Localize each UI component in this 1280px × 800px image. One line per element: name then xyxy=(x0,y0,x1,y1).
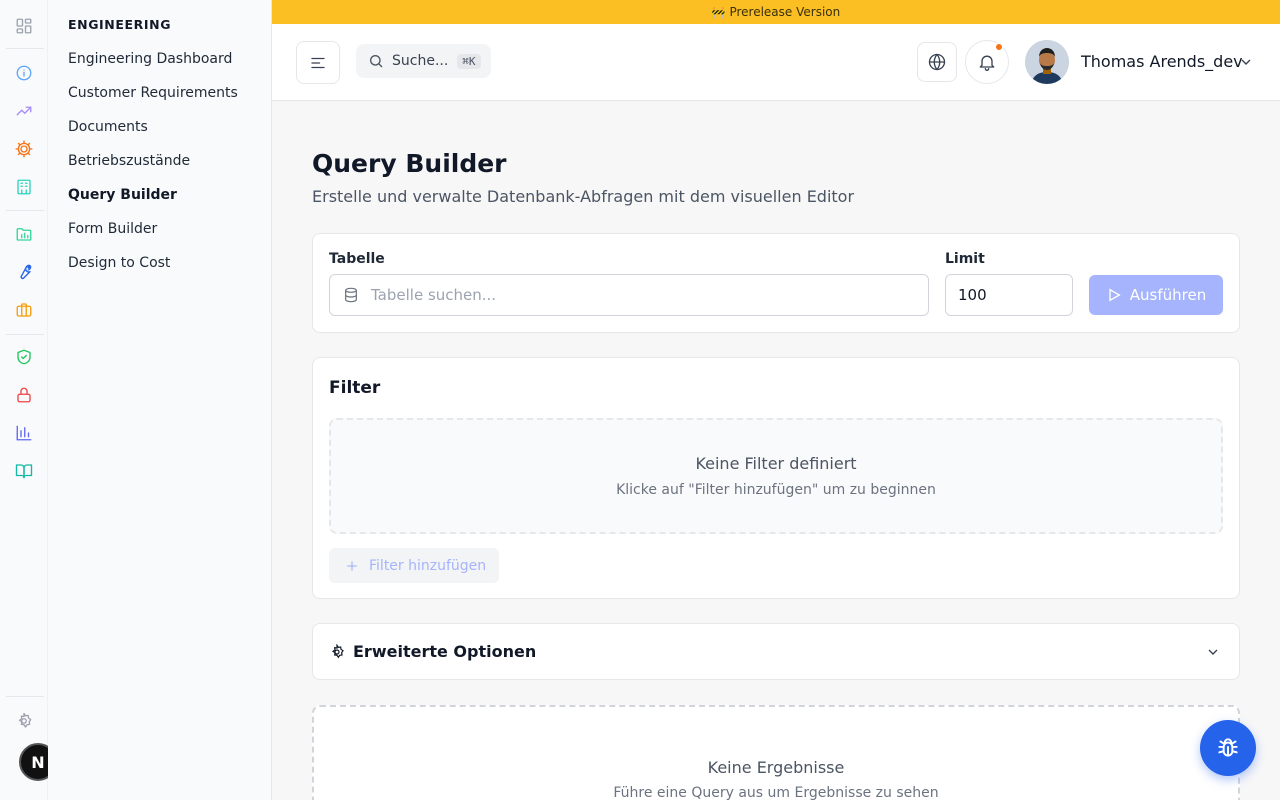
folder-chart-icon[interactable] xyxy=(12,222,36,246)
results-empty-title: Keine Ergebnisse xyxy=(707,758,845,777)
grid-icon[interactable] xyxy=(12,14,36,38)
sidebar-item-betriebszustaende[interactable]: Betriebszustände xyxy=(68,153,190,169)
search-placeholder: Suche... xyxy=(392,53,449,69)
section-sidebar: ENGINEERING Engineering Dashboard Custom… xyxy=(48,0,272,800)
notification-dot xyxy=(995,43,1003,51)
database-icon xyxy=(345,287,357,303)
sidebar-toggle-button[interactable] xyxy=(296,41,340,84)
sidebar-item-engineering-dashboard[interactable]: Engineering Dashboard xyxy=(68,51,232,67)
advanced-options-label: Erweiterte Optionen xyxy=(353,642,537,661)
chevron-down-icon xyxy=(1205,644,1221,660)
cog-icon[interactable] xyxy=(12,137,36,161)
globe-icon xyxy=(928,53,946,71)
user-avatar-image xyxy=(1025,40,1069,84)
sidebar-item-design-to-cost[interactable]: Design to Cost xyxy=(68,255,170,271)
limit-label: Limit xyxy=(945,251,985,267)
query-config-card: Tabelle Tabelle suchen... Limit 100 Ausf… xyxy=(312,233,1240,333)
search-shortcut: ⌘K xyxy=(457,53,481,69)
notifications-button[interactable] xyxy=(965,40,1009,84)
sidebar-item-form-builder[interactable]: Form Builder xyxy=(68,221,157,237)
bug-icon xyxy=(1218,738,1238,757)
rail-divider xyxy=(6,210,44,211)
building-icon[interactable] xyxy=(12,175,36,199)
sidebar-item-customer-requirements[interactable]: Customer Requirements xyxy=(68,85,238,101)
search-icon xyxy=(370,55,383,68)
wrench-icon[interactable] xyxy=(12,260,36,284)
page-title: Query Builder xyxy=(312,149,507,178)
avatar[interactable] xyxy=(1025,40,1069,84)
rail-divider xyxy=(6,696,44,697)
add-filter-button[interactable]: Filter hinzufügen xyxy=(329,548,499,583)
page-subtitle: Erstelle und verwalte Datenbank-Abfragen… xyxy=(312,187,855,206)
book-open-icon[interactable] xyxy=(12,459,36,483)
limit-input[interactable]: 100 xyxy=(945,274,1073,316)
sidebar-item-documents[interactable]: Documents xyxy=(68,119,148,135)
chevron-down-icon[interactable] xyxy=(1238,54,1254,70)
user-name[interactable]: Thomas Arends_dev xyxy=(1081,52,1243,71)
advanced-options-toggle[interactable]: Erweiterte Optionen xyxy=(312,623,1240,680)
gear-icon xyxy=(329,643,345,660)
results-empty-subtitle: Führe eine Query aus um Ergebnisse zu se… xyxy=(613,785,939,800)
language-button[interactable] xyxy=(917,42,957,82)
filter-empty-state: Keine Filter definiert Klicke auf "Filte… xyxy=(329,418,1223,534)
filter-card: Filter Keine Filter definiert Klicke auf… xyxy=(312,357,1240,599)
briefcase-icon[interactable] xyxy=(12,298,36,322)
prerelease-banner: 🚧 Prerelease Version xyxy=(272,0,1280,24)
run-query-button[interactable]: Ausführen xyxy=(1089,275,1223,315)
top-header: Suche... ⌘K Thomas Arends_dev xyxy=(272,24,1280,101)
info-icon[interactable] xyxy=(12,61,36,85)
rail-divider xyxy=(6,334,44,335)
prerelease-banner-text: Prerelease Version xyxy=(729,5,841,19)
run-query-label: Ausführen xyxy=(1129,286,1207,304)
filter-title: Filter xyxy=(329,378,381,398)
filter-empty-title: Keine Filter definiert xyxy=(695,454,857,473)
table-search-placeholder: Tabelle suchen... xyxy=(371,286,497,304)
menu-icon xyxy=(311,57,325,68)
plus-icon xyxy=(347,560,357,571)
icon-rail: N xyxy=(0,0,57,800)
filter-empty-subtitle: Klicke auf "Filter hinzufügen" um zu beg… xyxy=(616,482,936,498)
shield-check-icon[interactable] xyxy=(12,345,36,369)
global-search[interactable]: Suche... ⌘K xyxy=(356,44,491,78)
bar-chart-icon[interactable] xyxy=(12,421,36,445)
trending-up-icon[interactable] xyxy=(12,99,36,123)
table-label: Tabelle xyxy=(329,251,385,267)
table-search-input[interactable]: Tabelle suchen... xyxy=(329,274,929,316)
bug-report-button[interactable] xyxy=(1200,720,1256,776)
rail-divider xyxy=(6,48,44,49)
settings-icon[interactable] xyxy=(12,709,36,733)
lock-icon[interactable] xyxy=(12,383,36,407)
results-empty-state: Keine Ergebnisse Führe eine Query aus um… xyxy=(312,705,1240,800)
bell-icon xyxy=(979,55,995,71)
play-icon xyxy=(1109,288,1121,302)
construction-icon: 🚧 xyxy=(711,5,726,19)
sidebar-item-query-builder[interactable]: Query Builder xyxy=(68,187,177,203)
sidebar-section-title: ENGINEERING xyxy=(68,17,172,32)
add-filter-label: Filter hinzufügen xyxy=(369,557,487,574)
framework-badge-label: N xyxy=(31,752,45,772)
